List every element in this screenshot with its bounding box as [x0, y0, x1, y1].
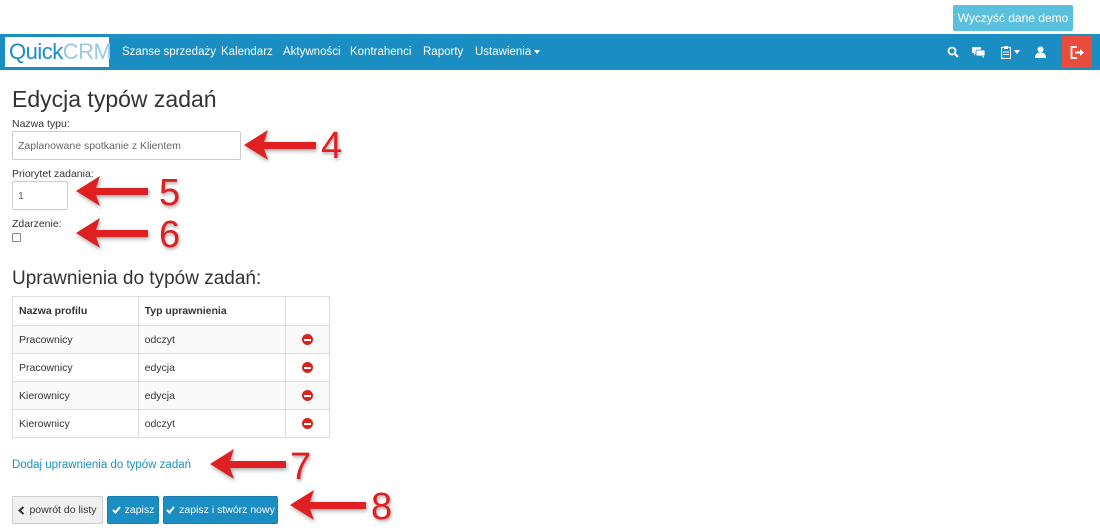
- save-and-create-new-button[interactable]: zapisz i stwórz nowy: [163, 496, 278, 524]
- logo-quick-text: Quick: [9, 39, 63, 64]
- profile-cell: Kierownicy: [12, 381, 139, 410]
- quickcrm-logo[interactable]: QuickCRM: [5, 37, 112, 67]
- annotation-arrow-icon: [76, 176, 148, 206]
- chevron-down-icon: [534, 49, 541, 54]
- clipboard-icon: [1000, 45, 1011, 59]
- permission-type-cell: edycja: [137, 353, 287, 382]
- nav-item-calendar[interactable]: Kalendarz: [221, 34, 273, 70]
- annotation-arrow-icon: [76, 218, 148, 248]
- logout-button[interactable]: [1062, 36, 1092, 68]
- logout-icon: [1070, 45, 1084, 59]
- comments-icon[interactable]: [968, 34, 988, 70]
- permission-type-cell: odczyt: [137, 409, 287, 438]
- remove-cell: [285, 353, 330, 382]
- profile-cell: Pracownicy: [12, 353, 139, 382]
- annotation-number-6: 6: [159, 214, 181, 256]
- remove-icon[interactable]: [302, 390, 314, 402]
- save-and-create-new-label: zapisz i stwórz nowy: [179, 504, 275, 516]
- back-to-list-button[interactable]: powrót do listy: [12, 496, 103, 524]
- add-permissions-link[interactable]: Dodaj uprawnienia do typów zadań: [12, 459, 191, 471]
- top-navbar: QuickCRM Szanse sprzedaży Kalendarz Akty…: [0, 34, 1100, 70]
- table-row: Kierownicy odczyt: [12, 409, 330, 438]
- column-header-permission-type: Typ uprawnienia: [137, 296, 287, 326]
- clear-demo-data-button[interactable]: Wyczyść dane demo: [953, 5, 1073, 31]
- nav-item-reports[interactable]: Raporty: [423, 34, 463, 70]
- annotation-number-7: 7: [290, 446, 312, 488]
- search-icon[interactable]: [943, 34, 963, 70]
- nav-item-contractors[interactable]: Kontrahenci: [350, 34, 411, 70]
- save-label: zapisz: [124, 504, 155, 516]
- type-name-input[interactable]: [12, 131, 241, 160]
- back-to-list-label: powrót do listy: [29, 504, 97, 516]
- annotation-number-4: 4: [321, 125, 343, 167]
- remove-cell: [285, 325, 330, 354]
- annotation-number-8: 8: [371, 486, 393, 528]
- page-title: Edycja typów zadań: [12, 86, 217, 112]
- annotation-number-5: 5: [159, 172, 181, 214]
- user-icon[interactable]: [1030, 34, 1050, 70]
- remove-cell: [285, 409, 330, 438]
- profile-cell: Kierownicy: [12, 409, 139, 438]
- type-name-label: Nazwa typu:: [12, 118, 70, 130]
- remove-cell: [285, 381, 330, 410]
- chevron-down-icon: [1013, 50, 1020, 54]
- table-row: Kierownicy edycja: [12, 381, 330, 410]
- nav-item-settings[interactable]: Ustawienia: [475, 34, 541, 70]
- check-icon: [111, 506, 121, 514]
- nav-item-activities[interactable]: Aktywności: [283, 34, 341, 70]
- permissions-table: Nazwa profilu Typ uprawnienia Pracownicy…: [12, 296, 330, 438]
- profile-cell: Pracownicy: [12, 325, 139, 354]
- table-row: Pracownicy edycja: [12, 353, 330, 382]
- nav-item-settings-label: Ustawienia: [475, 46, 532, 58]
- permission-type-cell: odczyt: [137, 325, 287, 354]
- clipboard-menu[interactable]: [996, 34, 1024, 70]
- annotation-arrow-icon: [244, 130, 316, 160]
- column-header-profile-name: Nazwa profilu: [12, 296, 139, 326]
- annotation-arrow-icon: [290, 490, 366, 520]
- logo-crm-text: CRM: [62, 39, 112, 64]
- chevron-left-icon: [18, 505, 25, 515]
- remove-icon[interactable]: [302, 362, 314, 374]
- annotation-arrow-icon: [210, 449, 286, 479]
- event-checkbox[interactable]: [12, 233, 21, 242]
- nav-item-sales-opportunities[interactable]: Szanse sprzedaży: [122, 34, 216, 70]
- column-header-actions: [285, 296, 330, 326]
- permission-type-cell: edycja: [137, 381, 287, 410]
- save-button[interactable]: zapisz: [107, 496, 159, 524]
- remove-icon[interactable]: [302, 334, 314, 346]
- table-row: Pracownicy odczyt: [12, 325, 330, 354]
- check-icon: [166, 506, 175, 514]
- priority-input[interactable]: [12, 181, 68, 210]
- remove-icon[interactable]: [302, 418, 314, 430]
- event-label: Zdarzenie:: [12, 218, 62, 230]
- permissions-title: Uprawnienia do typów zadań:: [12, 268, 262, 289]
